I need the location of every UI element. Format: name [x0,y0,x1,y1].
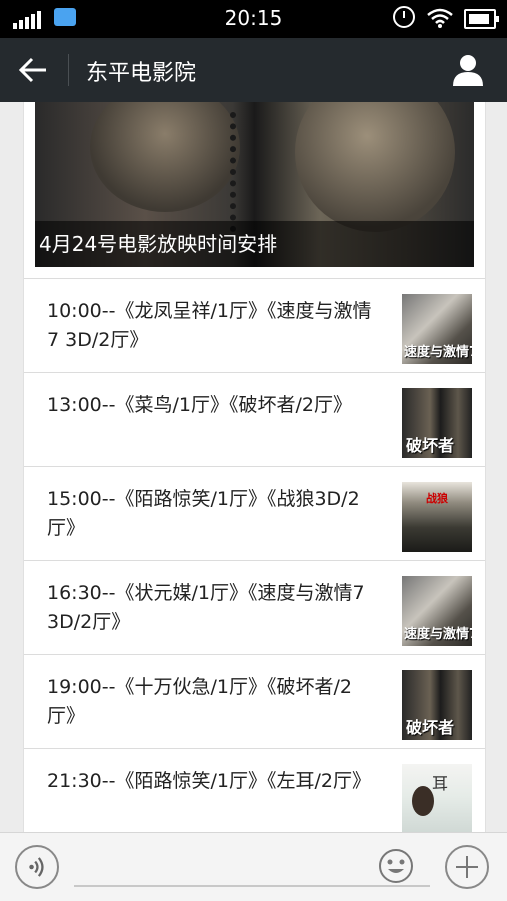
sabotage-poster-thumbnail [402,670,472,740]
battery-icon [464,9,499,29]
user-profile-icon[interactable] [452,53,484,87]
schedule-item[interactable]: 16:30--《状元媒/1厅》《速度与激情7 3D/2厅》 [24,560,485,654]
article-card: 4月24号电影放映时间安排 10:00--《龙凤呈祥/1厅》《速度与激情7 3D… [23,102,486,832]
schedule-item[interactable]: 21:30--《陌路惊笑/1厅》《左耳/2厅》 [24,748,485,832]
schedule-item[interactable]: 13:00--《菜鸟/1厅》《破坏者/2厅》 [24,372,485,466]
add-more-icon[interactable] [445,845,489,889]
input-underline [74,885,430,887]
schedule-item[interactable]: 15:00--《陌路惊笑/1厅》《战狼3D/2厅》 [24,466,485,560]
cover-image[interactable]: 4月24号电影放映时间安排 [35,102,474,267]
schedule-item[interactable]: 10:00--《龙凤呈祥/1厅》《速度与激情7 3D/2厅》 [24,278,485,372]
nav-divider [68,54,69,86]
emoji-icon[interactable] [378,848,414,884]
schedule-item-text: 13:00--《菜鸟/1厅》《破坏者/2厅》 [47,394,352,416]
fast-furious-7-poster-thumbnail [402,576,472,646]
left-ear-poster-thumbnail [402,764,472,832]
cover-face-right [295,102,455,232]
voice-input-icon[interactable] [15,845,59,889]
schedule-item[interactable]: 19:00--《十万伙急/1厅》《破坏者/2厅》 [24,654,485,748]
cover-caption: 4月24号电影放映时间安排 [35,221,474,267]
composer-bar [0,832,507,901]
back-arrow-icon[interactable] [18,56,48,84]
wifi-icon [427,8,453,28]
schedule-item-text: 15:00--《陌路惊笑/1厅》《战狼3D/2厅》 [47,488,360,539]
wolf-warriors-poster-thumbnail [402,482,472,552]
status-bar: 20:15 [0,0,507,38]
schedule-item-text: 16:30--《状元媒/1厅》《速度与激情7 3D/2厅》 [47,582,365,633]
schedule-list: 10:00--《龙凤呈祥/1厅》《速度与激情7 3D/2厅》 13:00--《菜… [24,278,485,832]
fast-furious-7-poster-thumbnail [402,294,472,364]
cover-face-left [90,102,240,212]
schedule-item-text: 21:30--《陌路惊笑/1厅》《左耳/2厅》 [47,770,371,792]
schedule-item-text: 10:00--《龙凤呈祥/1厅》《速度与激情7 3D/2厅》 [47,300,372,351]
sabotage-poster-thumbnail [402,388,472,458]
schedule-item-text: 19:00--《十万伙急/1厅》《破坏者/2厅》 [47,676,352,727]
cover-earpiece-cord [230,112,272,232]
page-title: 东平电影院 [86,61,197,86]
alarm-icon [393,6,415,28]
top-nav-bar: 东平电影院 [0,38,507,102]
